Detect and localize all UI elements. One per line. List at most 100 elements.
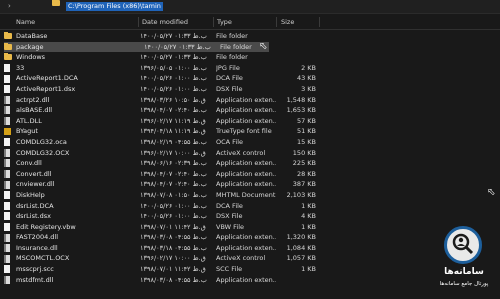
file-name: dsrList.DCA bbox=[16, 201, 54, 210]
file-icon bbox=[4, 191, 10, 200]
column-header: Name Date modified Type Size bbox=[0, 15, 500, 30]
column-size[interactable]: Size bbox=[281, 18, 294, 26]
file-name-cell: 33 bbox=[4, 63, 136, 74]
chevron-right-icon[interactable]: › bbox=[8, 2, 11, 10]
file-type: SCC File bbox=[216, 265, 243, 274]
file-size: 3 KB bbox=[301, 84, 316, 93]
column-divider[interactable] bbox=[319, 17, 320, 27]
file-icon bbox=[4, 222, 10, 231]
file-name-cell: Conv.dll bbox=[4, 158, 136, 169]
file-size: 387 KB bbox=[292, 180, 316, 189]
file-row[interactable]: dsrList.dsx ۱۴۰۰/۰۵/۲۶ ب.ظ ۰۱:۰۰ DSX File 4… bbox=[0, 211, 500, 222]
resize-cursor-icon: ⬁ bbox=[487, 187, 496, 198]
folder-icon bbox=[4, 53, 12, 61]
file-date: ۱۳۹۸/۰۳/۱۸ ب.ظ ۰۴:۵۵ bbox=[140, 243, 207, 252]
file-row[interactable]: mstdfmt.dll ۱۳۹۸/۰۳/۰۸ ب.ظ ۰۴:۵۵ Applicati… bbox=[0, 275, 500, 286]
file-name: DataBase bbox=[16, 32, 48, 40]
file-icon bbox=[4, 212, 10, 221]
file-name-cell: mstdfmt.dll bbox=[4, 275, 136, 286]
file-type: Application exten... bbox=[216, 106, 276, 115]
watermark-title: سامانه‌ها bbox=[444, 267, 484, 277]
file-row[interactable]: BYagut ۱۳۹۴/۰۴/۱۸ ق.ظ ۱۱:۱۹ TrueType font … bbox=[0, 126, 500, 137]
file-name: ActiveReport1.dsx bbox=[16, 84, 76, 93]
column-date[interactable]: Date modified bbox=[142, 18, 188, 26]
column-divider[interactable] bbox=[276, 17, 277, 27]
file-name: msscprj.scc bbox=[16, 265, 54, 274]
file-type: Application exten... bbox=[216, 159, 276, 168]
column-divider[interactable] bbox=[138, 17, 139, 27]
file-row[interactable]: alsBASE.dll ۱۳۹۸/۰۴/۰۷ ب.ظ ۰۲:۴۰ Applicati… bbox=[0, 105, 500, 116]
file-row[interactable]: 33 ۱۳۹۶/۰۵/۰۵ ب.ظ ۰۱:۰۰ JPG File 2 KB bbox=[0, 63, 500, 74]
file-name-cell: dsrList.DCA bbox=[4, 201, 136, 212]
file-name: alsBASE.dll bbox=[16, 106, 53, 115]
file-type: Application exten... bbox=[216, 275, 276, 284]
dll-file-icon bbox=[4, 244, 10, 253]
file-name: package bbox=[16, 42, 44, 51]
file-name: Conv.dll bbox=[16, 159, 42, 168]
file-row[interactable]: DataBase ۱۴۰۰/۰۵/۲۷ ب.ظ ۰۱:۳۳ File folder bbox=[0, 31, 500, 42]
file-size: 1,548 KB bbox=[286, 95, 316, 104]
file-name-cell: ActiveReport1.dsx bbox=[4, 84, 136, 95]
file-row[interactable]: actrpt2.dll ۱۳۹۸/۰۳/۲۶ ق.ظ ۱۰:۵۰ Applicati… bbox=[0, 95, 500, 106]
file-row[interactable]: Insurance.dll ۱۳۹۸/۰۳/۱۸ ب.ظ ۰۴:۵۵ Applica… bbox=[0, 243, 500, 254]
column-name[interactable]: Name bbox=[16, 18, 35, 26]
file-row[interactable]: Convert.dll ۱۳۹۸/۰۴/۰۷ ب.ظ ۰۲:۴۰ Applicati… bbox=[0, 169, 500, 180]
file-row[interactable]: FAST2004.dll ۱۳۹۸/۰۳/۰۸ ب.ظ ۰۴:۵۵ Applicat… bbox=[0, 232, 500, 243]
file-row[interactable]: Windows ۱۴۰۰/۰۵/۲۷ ب.ظ ۰۱:۳۳ File folder bbox=[0, 52, 500, 63]
dll-file-icon bbox=[4, 170, 10, 179]
file-row[interactable]: package ۱۴۰۰/۰۵/۲۷ ب.ظ ۰۱:۳۳ File folder bbox=[4, 41, 269, 53]
file-row[interactable]: COMDLG32.OCX ۱۳۹۶/۰۲/۱۷ ق.ظ ۱۰:۰۰ ActiveX … bbox=[0, 148, 500, 159]
file-row[interactable]: MSCOMCTL.OCX ۱۳۹۶/۰۲/۱۷ ق.ظ ۱۰:۰۰ ActiveX … bbox=[0, 253, 500, 264]
file-row[interactable]: ActiveReport1.dsx ۱۴۰۰/۰۵/۲۶ ب.ظ ۰۱:۰۰ DSX… bbox=[0, 84, 500, 95]
file-icon bbox=[4, 265, 10, 274]
column-divider[interactable] bbox=[213, 17, 214, 27]
file-type: Application exten... bbox=[216, 95, 276, 104]
file-row[interactable]: ATL.DLL ۱۳۹۶/۰۲/۱۷ ق.ظ ۱۱:۱۹ Application e… bbox=[0, 116, 500, 127]
file-type: Application exten... bbox=[216, 180, 276, 189]
file-name-cell: Windows bbox=[4, 52, 136, 63]
file-name: DiskHelp bbox=[16, 190, 45, 199]
file-row[interactable]: dsrList.DCA ۱۴۰۰/۰۵/۲۶ ب.ظ ۰۱:۰۰ DCA File 1… bbox=[0, 201, 500, 212]
file-row[interactable]: msscprj.scc ۱۳۹۸/۰۷/۰۱ ق.ظ ۱۱:۴۲ SCC File 1… bbox=[0, 264, 500, 275]
dll-file-icon bbox=[4, 159, 10, 168]
file-size: 2,103 KB bbox=[286, 190, 316, 199]
column-type[interactable]: Type bbox=[217, 18, 232, 26]
file-date: ۱۳۹۸/۰۳/۰۸ ب.ظ ۰۴:۵۵ bbox=[140, 275, 207, 284]
file-name: dsrList.dsx bbox=[16, 212, 51, 221]
file-size: 1 KB bbox=[301, 201, 316, 210]
file-date: ۱۳۹۸/۰۷/۰۱ ق.ظ ۱۱:۴۲ bbox=[140, 265, 206, 274]
address-path[interactable]: C:\Program Files (x86)\tamin bbox=[66, 2, 163, 11]
file-row[interactable]: DiskHelp ۱۳۹۸/۰۷/۰۸ ب.ظ ۰۱:۵۰ MHTML Docume… bbox=[0, 190, 500, 201]
file-date: ۱۳۹۸/۰۷/۰۸ ب.ظ ۰۱:۵۰ bbox=[140, 190, 207, 199]
file-row[interactable]: ActiveReport1.DCA ۱۴۰۰/۰۵/۲۶ ب.ظ ۰۱:۰۰ DCA… bbox=[0, 73, 500, 84]
file-date: ۱۳۹۸/۰۲/۱۹ ب.ظ ۰۴:۵۵ bbox=[140, 137, 207, 146]
file-row[interactable]: cnviewer.dll ۱۳۹۸/۰۴/۰۷ ب.ظ ۰۲:۴۰ Applicat… bbox=[0, 179, 500, 190]
file-size: 150 KB bbox=[292, 148, 316, 157]
dll-file-icon bbox=[4, 117, 10, 126]
file-type: MHTML Document bbox=[216, 190, 276, 199]
file-row[interactable]: Conv.dll ۱۳۹۸/۰۶/۱۶ ب.ظ ۰۲:۳۹ Application … bbox=[0, 158, 500, 169]
file-date: ۱۴۰۰/۰۵/۲۶ ب.ظ ۰۱:۰۰ bbox=[140, 84, 207, 93]
file-name-cell: ActiveReport1.DCA bbox=[4, 73, 136, 84]
file-name-cell: DataBase bbox=[4, 31, 136, 42]
address-bar[interactable]: › C:\Program Files (x86)\tamin bbox=[0, 0, 500, 14]
file-date: ۱۳۹۸/۰۳/۰۸ ب.ظ ۰۴:۵۵ bbox=[140, 233, 207, 242]
file-row[interactable]: Edit Registery.vbw ۱۳۹۸/۰۷/۰۱ ق.ظ ۱۱:۴۲ VB… bbox=[0, 222, 500, 233]
file-name-cell: MSCOMCTL.OCX bbox=[4, 253, 136, 264]
file-name-cell: Edit Registery.vbw bbox=[4, 222, 136, 233]
file-date: ۱۴۰۰/۰۵/۲۷ ب.ظ ۰۱:۳۳ bbox=[140, 32, 207, 40]
watermark-subtitle: پورتال جامع سامانه‌ها bbox=[439, 281, 489, 287]
file-size: 1,653 KB bbox=[286, 106, 316, 115]
file-row[interactable]: COMDLG32.oca ۱۳۹۸/۰۲/۱۹ ب.ظ ۰۴:۵۵ OCA File… bbox=[0, 137, 500, 148]
file-type: DCA File bbox=[216, 74, 243, 83]
file-icon bbox=[4, 74, 10, 83]
file-date: ۱۳۹۸/۰۶/۱۶ ب.ظ ۰۲:۳۹ bbox=[140, 159, 207, 168]
file-type: DCA File bbox=[216, 201, 243, 210]
file-name: Convert.dll bbox=[16, 169, 52, 178]
file-date: ۱۳۹۶/۰۲/۱۷ ق.ظ ۱۰:۰۰ bbox=[140, 254, 206, 263]
file-name: ATL.DLL bbox=[16, 116, 42, 125]
file-name-cell: alsBASE.dll bbox=[4, 105, 136, 116]
file-type: ActiveX control bbox=[216, 148, 266, 157]
dll-file-icon bbox=[4, 180, 10, 189]
file-date: ۱۴۰۰/۰۵/۲۶ ب.ظ ۰۱:۰۰ bbox=[140, 74, 207, 83]
